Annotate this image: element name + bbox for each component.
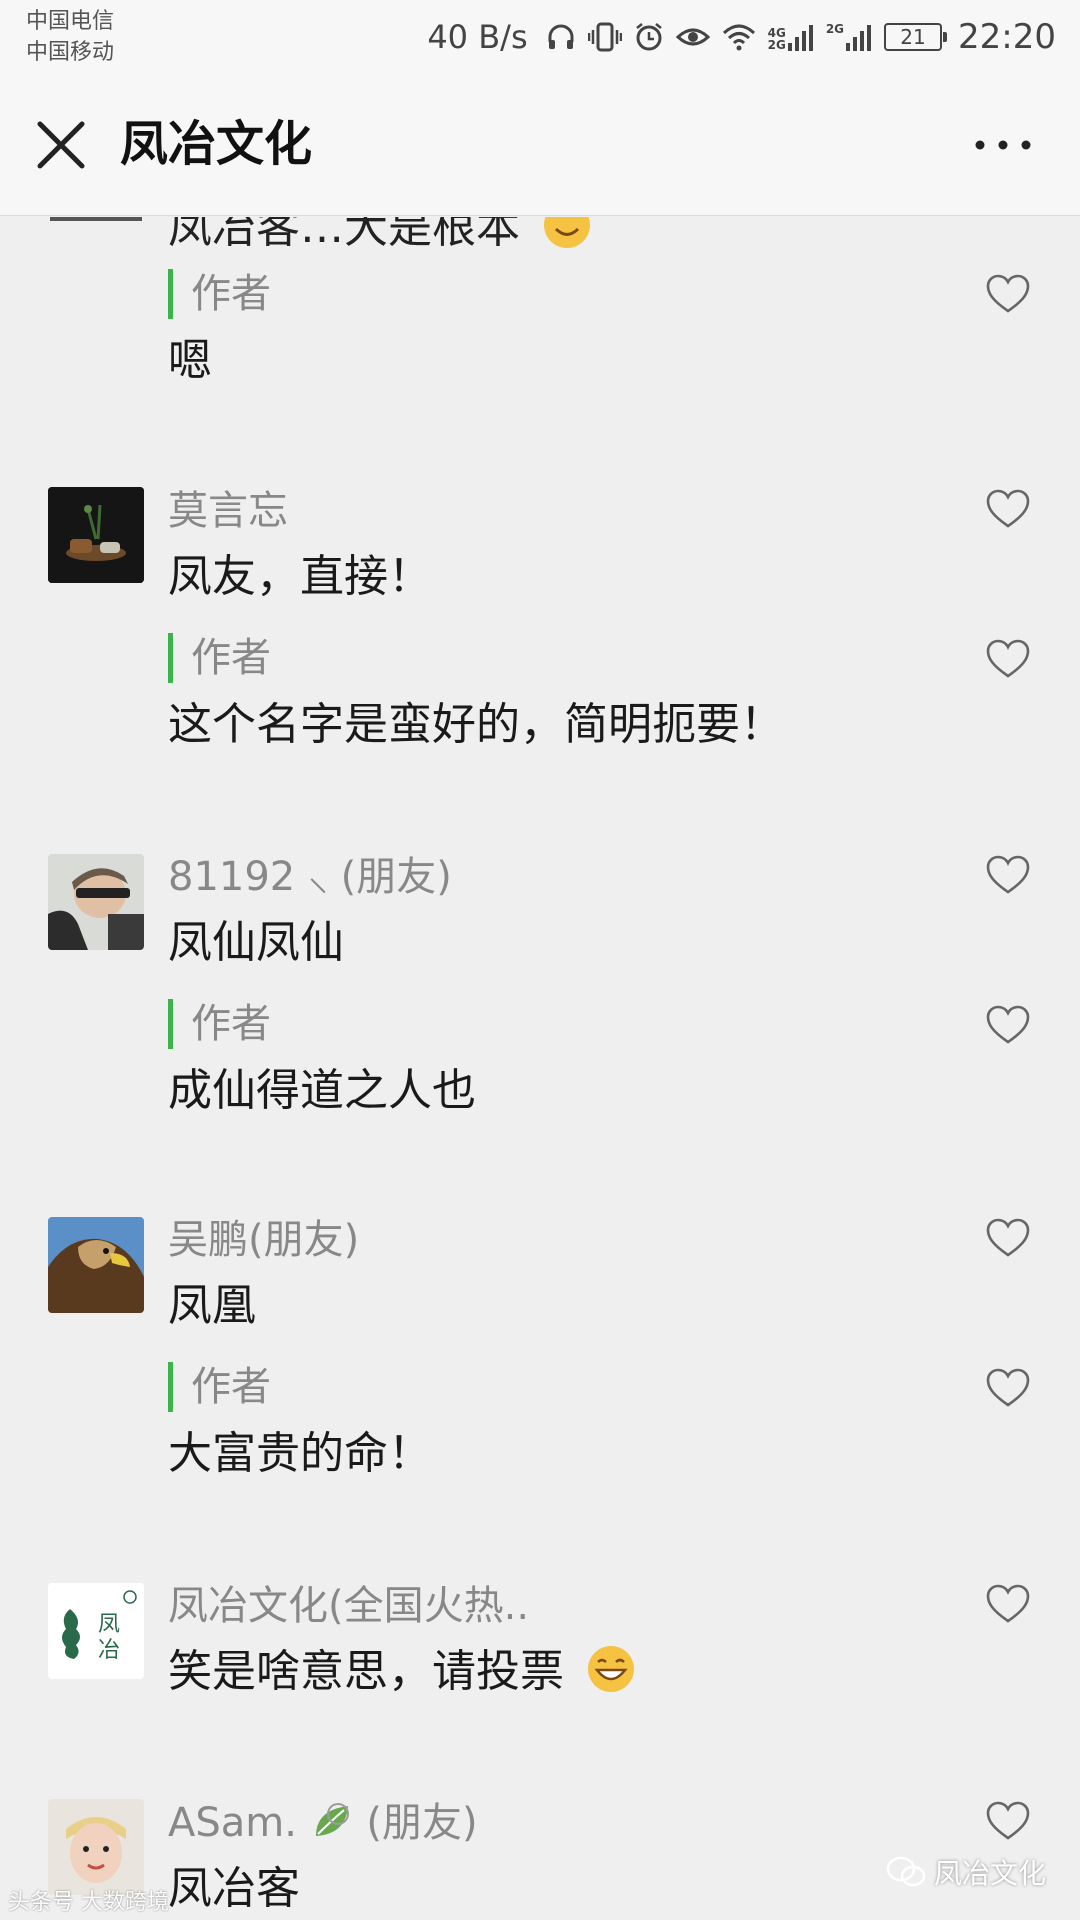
author-reply-text: 大富贵的命！	[168, 1428, 432, 1479]
watermark-right: 凤冶文化	[886, 1852, 1046, 1892]
leaf-icon	[315, 1803, 349, 1836]
avatar[interactable]: 凤 冶	[48, 1583, 144, 1679]
author-reply-label: 作者	[168, 269, 271, 319]
title-bar: 凤冶文化	[0, 76, 1080, 216]
like-heart-icon[interactable]	[986, 489, 1030, 529]
author-reply-text: 这个名字是蛮好的，简明扼要！	[168, 699, 784, 750]
status-icons: 40 B/s 4G 2G 2G 21 22:20	[427, 14, 1056, 60]
battery-level: 21	[900, 25, 926, 49]
author-reply-label: 作者	[168, 633, 271, 683]
carrier-2: 中国移动	[26, 40, 115, 65]
wifi-icon	[722, 24, 755, 51]
headphones-icon	[548, 24, 574, 49]
like-heart-icon[interactable]	[986, 1218, 1030, 1258]
commenter-name: 凤冶文化(全国火热..	[168, 1583, 530, 1629]
network-rate: 40 B/s	[427, 18, 528, 56]
avatar	[50, 217, 142, 221]
signal-2-icon: 2G	[826, 23, 872, 51]
commenter-name: 吴鹏(朋友)	[168, 1217, 360, 1263]
comment-list[interactable]: 凤冶客…大是根本 作者 嗯 莫言忘 凤友，直接！ 作者 这个名字是蛮好的，简明扼…	[0, 217, 1080, 1920]
author-reply-text: 嗯	[168, 335, 212, 386]
eye-comfort-icon	[675, 28, 710, 46]
more-icon[interactable]	[966, 120, 1040, 170]
like-heart-icon[interactable]	[986, 1368, 1030, 1408]
comment-text: 凤冶客	[168, 1863, 300, 1914]
avatar[interactable]	[48, 1217, 144, 1313]
author-reply-label: 作者	[168, 999, 271, 1049]
vibrate-icon	[587, 22, 622, 52]
avatar[interactable]	[48, 487, 144, 583]
svg-text:冶: 冶	[98, 1638, 120, 1663]
close-icon[interactable]	[30, 114, 92, 176]
comment-text: 凤友，直接！	[168, 551, 432, 602]
status-bar: 中国电信 中国移动 40 B/s 4G 2G 2G 21 22:20	[0, 0, 1080, 76]
carrier-labels: 中国电信 中国移动	[26, 6, 114, 68]
wechat-icon	[886, 1856, 926, 1887]
author-reply-text: 成仙得道之人也	[168, 1065, 476, 1116]
commenter-name: 81192 ⸜ (朋友)	[168, 854, 452, 900]
svg-text:凤: 凤	[98, 1612, 120, 1637]
like-heart-icon[interactable]	[986, 639, 1030, 679]
author-reply-label: 作者	[168, 1362, 271, 1412]
comment-text: 凤冶客…大是根本	[168, 217, 592, 255]
comment-text: 笑是啥意思，请投票	[168, 1642, 636, 1702]
like-heart-icon[interactable]	[986, 1584, 1030, 1624]
avatar[interactable]	[48, 1799, 144, 1895]
smile-emoji-icon	[544, 217, 590, 248]
like-heart-icon[interactable]	[986, 855, 1030, 895]
commenter-name: ASam. (朋友)	[168, 1800, 478, 1846]
commenter-name: 莫言忘	[168, 488, 288, 534]
signal-1-icon: 4G 2G	[768, 23, 814, 51]
watermark-left: 头条号 大数跨境	[8, 1890, 169, 1915]
like-heart-icon[interactable]	[986, 1005, 1030, 1045]
avatar[interactable]	[48, 854, 144, 950]
alarm-icon	[635, 23, 662, 51]
battery-icon: 21	[884, 23, 948, 51]
clock: 22:20	[958, 17, 1056, 57]
grin-emoji-icon	[588, 1646, 634, 1692]
page-title: 凤冶文化	[120, 116, 313, 172]
comment-text: 凤凰	[168, 1280, 256, 1331]
carrier-1: 中国电信	[26, 9, 115, 34]
comment-text: 凤仙凤仙	[168, 917, 344, 968]
like-heart-icon[interactable]	[986, 1801, 1030, 1841]
like-heart-icon[interactable]	[986, 274, 1030, 314]
